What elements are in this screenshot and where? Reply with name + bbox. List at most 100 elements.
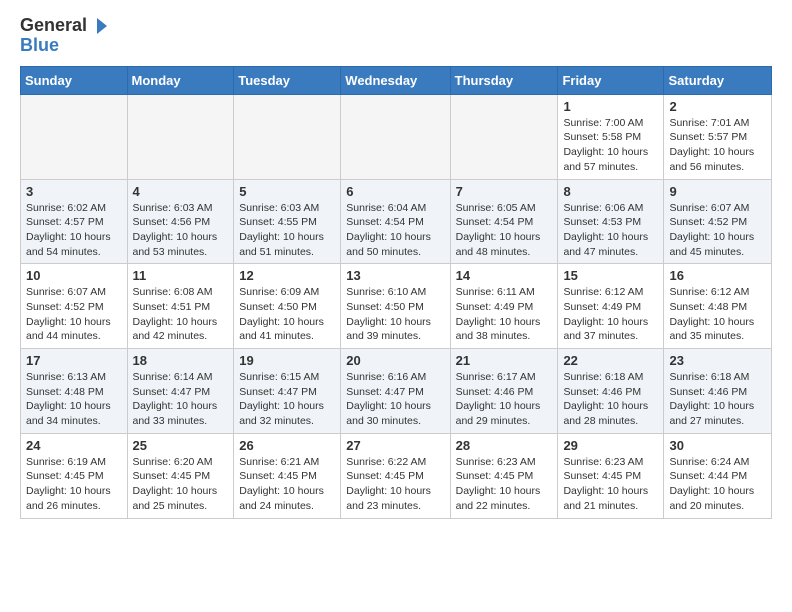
calendar-cell: 8 Sunrise: 6:06 AM Sunset: 4:53 PM Daylig…	[558, 179, 664, 264]
logo-arrow-icon	[89, 16, 109, 36]
day-number: 30	[669, 438, 766, 453]
day-info: Sunrise: 6:11 AM Sunset: 4:49 PM Dayligh…	[456, 285, 553, 344]
day-info: Sunrise: 6:18 AM Sunset: 4:46 PM Dayligh…	[563, 370, 658, 429]
calendar-cell: 6 Sunrise: 6:04 AM Sunset: 4:54 PM Daylig…	[341, 179, 450, 264]
calendar-cell: 22 Sunrise: 6:18 AM Sunset: 4:46 PM Dayli…	[558, 349, 664, 434]
day-info: Sunrise: 6:21 AM Sunset: 4:45 PM Dayligh…	[239, 455, 335, 514]
calendar-cell: 10Sunrise: 6:07 AM Sunset: 4:52 PM Dayli…	[21, 264, 128, 349]
day-info: Sunrise: 7:01 AM Sunset: 5:57 PM Dayligh…	[669, 116, 766, 175]
day-info: Sunrise: 6:05 AM Sunset: 4:54 PM Dayligh…	[456, 201, 553, 260]
day-info: Sunrise: 6:24 AM Sunset: 4:44 PM Dayligh…	[669, 455, 766, 514]
calendar-cell: 17Sunrise: 6:13 AM Sunset: 4:48 PM Dayli…	[21, 349, 128, 434]
day-number: 5	[239, 184, 335, 199]
calendar-cell: 28 Sunrise: 6:23 AM Sunset: 4:45 PM Dayli…	[450, 433, 558, 518]
day-number: 1	[563, 99, 658, 114]
day-number: 17	[26, 353, 122, 368]
day-number: 12	[239, 268, 335, 283]
day-number: 8	[563, 184, 658, 199]
day-number: 23	[669, 353, 766, 368]
day-number: 6	[346, 184, 444, 199]
day-number: 14	[456, 268, 553, 283]
calendar-cell: 14 Sunrise: 6:11 AM Sunset: 4:49 PM Dayli…	[450, 264, 558, 349]
calendar-week-row: 1Sunrise: 7:00 AM Sunset: 5:58 PM Daylig…	[21, 94, 772, 179]
calendar-week-row: 17Sunrise: 6:13 AM Sunset: 4:48 PM Dayli…	[21, 349, 772, 434]
calendar-cell	[21, 94, 128, 179]
calendar-cell: 11Sunrise: 6:08 AM Sunset: 4:51 PM Dayli…	[127, 264, 234, 349]
day-number: 25	[133, 438, 229, 453]
calendar-header-row: SundayMondayTuesdayWednesdayThursdayFrid…	[21, 66, 772, 94]
calendar-week-row: 24 Sunrise: 6:19 AM Sunset: 4:45 PM Dayli…	[21, 433, 772, 518]
calendar-cell: 15 Sunrise: 6:12 AM Sunset: 4:49 PM Dayli…	[558, 264, 664, 349]
day-number: 26	[239, 438, 335, 453]
day-number: 2	[669, 99, 766, 114]
calendar-cell	[234, 94, 341, 179]
day-info: Sunrise: 6:02 AM Sunset: 4:57 PM Dayligh…	[26, 201, 122, 260]
day-number: 11	[133, 268, 229, 283]
day-number: 18	[133, 353, 229, 368]
day-info: Sunrise: 6:09 AM Sunset: 4:50 PM Dayligh…	[239, 285, 335, 344]
day-info: Sunrise: 6:03 AM Sunset: 4:56 PM Dayligh…	[133, 201, 229, 260]
day-info: Sunrise: 6:07 AM Sunset: 4:52 PM Dayligh…	[669, 201, 766, 260]
day-info: Sunrise: 6:23 AM Sunset: 4:45 PM Dayligh…	[563, 455, 658, 514]
calendar-cell: 13 Sunrise: 6:10 AM Sunset: 4:50 PM Dayli…	[341, 264, 450, 349]
day-number: 9	[669, 184, 766, 199]
day-info: Sunrise: 6:20 AM Sunset: 4:45 PM Dayligh…	[133, 455, 229, 514]
logo: General Blue	[20, 16, 109, 56]
calendar-cell: 21 Sunrise: 6:17 AM Sunset: 4:46 PM Dayli…	[450, 349, 558, 434]
calendar-cell: 9 Sunrise: 6:07 AM Sunset: 4:52 PM Daylig…	[664, 179, 772, 264]
weekday-header: Monday	[127, 66, 234, 94]
calendar-cell: 23 Sunrise: 6:18 AM Sunset: 4:46 PM Dayli…	[664, 349, 772, 434]
calendar-cell: 29 Sunrise: 6:23 AM Sunset: 4:45 PM Dayli…	[558, 433, 664, 518]
day-number: 19	[239, 353, 335, 368]
day-number: 16	[669, 268, 766, 283]
day-info: Sunrise: 6:17 AM Sunset: 4:46 PM Dayligh…	[456, 370, 553, 429]
day-number: 22	[563, 353, 658, 368]
calendar-cell: 4 Sunrise: 6:03 AM Sunset: 4:56 PM Daylig…	[127, 179, 234, 264]
day-info: Sunrise: 6:06 AM Sunset: 4:53 PM Dayligh…	[563, 201, 658, 260]
day-number: 4	[133, 184, 229, 199]
day-info: Sunrise: 6:10 AM Sunset: 4:50 PM Dayligh…	[346, 285, 444, 344]
calendar-cell: 5 Sunrise: 6:03 AM Sunset: 4:55 PM Daylig…	[234, 179, 341, 264]
day-number: 29	[563, 438, 658, 453]
calendar-cell: 20 Sunrise: 6:16 AM Sunset: 4:47 PM Dayli…	[341, 349, 450, 434]
calendar-week-row: 3 Sunrise: 6:02 AM Sunset: 4:57 PM Daylig…	[21, 179, 772, 264]
calendar-cell: 12 Sunrise: 6:09 AM Sunset: 4:50 PM Dayli…	[234, 264, 341, 349]
calendar-cell	[450, 94, 558, 179]
day-info: Sunrise: 6:15 AM Sunset: 4:47 PM Dayligh…	[239, 370, 335, 429]
calendar-cell: 16Sunrise: 6:12 AM Sunset: 4:48 PM Dayli…	[664, 264, 772, 349]
day-number: 27	[346, 438, 444, 453]
logo-text: General Blue	[20, 16, 109, 56]
day-number: 21	[456, 353, 553, 368]
weekday-header: Sunday	[21, 66, 128, 94]
calendar-cell	[341, 94, 450, 179]
calendar-body: 1Sunrise: 7:00 AM Sunset: 5:58 PM Daylig…	[21, 94, 772, 518]
day-number: 28	[456, 438, 553, 453]
day-number: 3	[26, 184, 122, 199]
day-info: Sunrise: 6:04 AM Sunset: 4:54 PM Dayligh…	[346, 201, 444, 260]
calendar-cell: 24 Sunrise: 6:19 AM Sunset: 4:45 PM Dayli…	[21, 433, 128, 518]
day-info: Sunrise: 6:22 AM Sunset: 4:45 PM Dayligh…	[346, 455, 444, 514]
calendar-table: SundayMondayTuesdayWednesdayThursdayFrid…	[20, 66, 772, 519]
day-info: Sunrise: 6:16 AM Sunset: 4:47 PM Dayligh…	[346, 370, 444, 429]
day-number: 24	[26, 438, 122, 453]
day-info: Sunrise: 6:07 AM Sunset: 4:52 PM Dayligh…	[26, 285, 122, 344]
day-number: 15	[563, 268, 658, 283]
calendar-cell: 3 Sunrise: 6:02 AM Sunset: 4:57 PM Daylig…	[21, 179, 128, 264]
day-info: Sunrise: 6:19 AM Sunset: 4:45 PM Dayligh…	[26, 455, 122, 514]
calendar-cell: 30 Sunrise: 6:24 AM Sunset: 4:44 PM Dayli…	[664, 433, 772, 518]
day-number: 13	[346, 268, 444, 283]
weekday-header: Saturday	[664, 66, 772, 94]
weekday-header: Thursday	[450, 66, 558, 94]
day-number: 20	[346, 353, 444, 368]
weekday-header: Wednesday	[341, 66, 450, 94]
day-info: Sunrise: 6:03 AM Sunset: 4:55 PM Dayligh…	[239, 201, 335, 260]
calendar-cell: 2 Sunrise: 7:01 AM Sunset: 5:57 PM Daylig…	[664, 94, 772, 179]
day-info: Sunrise: 6:18 AM Sunset: 4:46 PM Dayligh…	[669, 370, 766, 429]
calendar-cell: 19 Sunrise: 6:15 AM Sunset: 4:47 PM Dayli…	[234, 349, 341, 434]
weekday-header: Friday	[558, 66, 664, 94]
day-info: Sunrise: 6:14 AM Sunset: 4:47 PM Dayligh…	[133, 370, 229, 429]
day-number: 7	[456, 184, 553, 199]
calendar-cell	[127, 94, 234, 179]
day-info: Sunrise: 6:23 AM Sunset: 4:45 PM Dayligh…	[456, 455, 553, 514]
day-info: Sunrise: 6:12 AM Sunset: 4:49 PM Dayligh…	[563, 285, 658, 344]
